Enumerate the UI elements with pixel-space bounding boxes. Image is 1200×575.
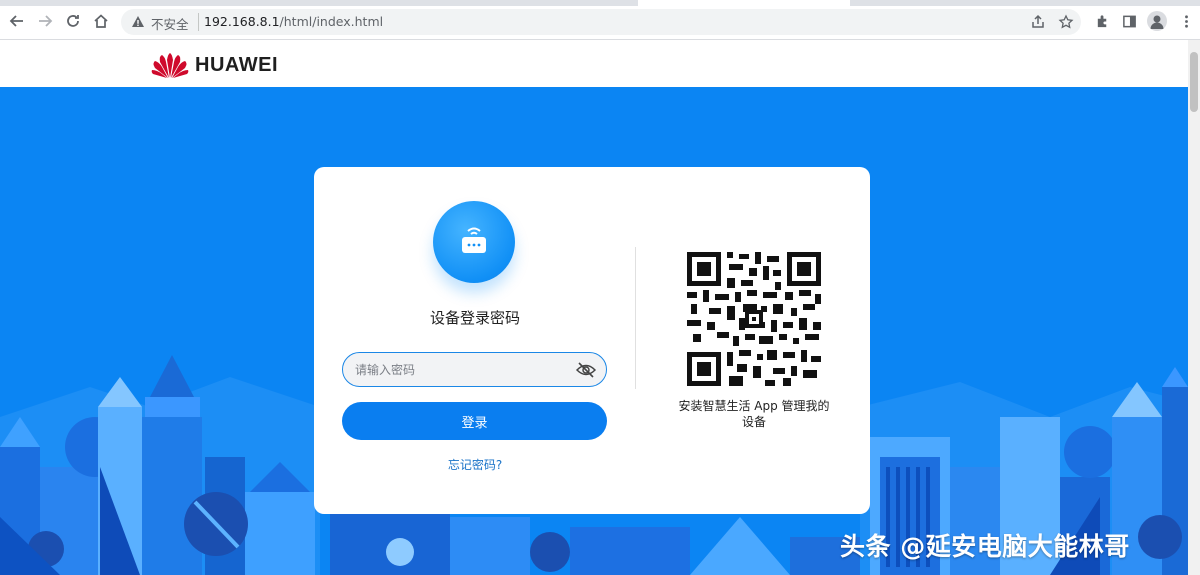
arrow-right-icon: [39, 15, 53, 27]
side-panel-icon: [1122, 15, 1136, 27]
brand-name: HUAWEI: [195, 53, 278, 76]
page-header: HUAWEI: [0, 40, 1188, 87]
huawei-flower-icon: [151, 53, 189, 78]
page-scrollbar[interactable]: [1188, 40, 1200, 575]
security-label: 不安全: [151, 17, 189, 32]
home-button[interactable]: [90, 10, 112, 32]
eye-slash-icon[interactable]: [576, 361, 596, 379]
qr-caption: 安装智慧生活 App 管理我的设备: [678, 399, 830, 429]
reload-icon: [67, 15, 79, 27]
side-panel-button[interactable]: [1119, 11, 1139, 31]
tab-strip: [0, 0, 1200, 6]
forgot-password-link[interactable]: 忘记密码?: [314, 456, 636, 473]
login-card: 设备登录密码 登录 忘记密码? 安装智慧生活 App 管理我的设备: [314, 167, 870, 514]
password-field[interactable]: [342, 352, 607, 387]
hero-background: 设备登录密码 登录 忘记密码? 安装智慧生活 App 管理我的设备: [0, 87, 1188, 575]
login-button[interactable]: 登录: [342, 402, 607, 440]
puzzle-icon: [1097, 14, 1106, 27]
browser-toolbar: 不安全 192.168.8.1/html/index.html: [0, 0, 1200, 40]
omnibox-separator: [198, 13, 199, 31]
router-icon: [462, 227, 486, 253]
qr-code: [687, 252, 821, 386]
menu-button[interactable]: [1176, 11, 1196, 31]
login-title: 设备登录密码: [429, 309, 520, 327]
url-host: 192.168.8.1: [204, 14, 280, 29]
card-divider: [635, 247, 636, 389]
huawei-logo[interactable]: HUAWEI: [151, 51, 278, 79]
share-icon[interactable]: [1030, 14, 1046, 30]
url-path: /html/index.html: [279, 14, 384, 29]
forward-button[interactable]: [34, 10, 56, 32]
arrow-left-icon: [9, 15, 23, 27]
url-text: 192.168.8.1/html/index.html: [204, 14, 383, 29]
active-tab[interactable]: [638, 0, 850, 6]
router-device-icon: [433, 201, 515, 283]
password-input[interactable]: [355, 353, 565, 386]
watermark-text: 头条 @延安电脑大能林哥: [840, 532, 1130, 561]
scrollbar-thumb[interactable]: [1190, 52, 1198, 112]
extensions-button[interactable]: [1092, 11, 1112, 31]
warning-icon: [132, 16, 144, 27]
profile-avatar[interactable]: [1147, 11, 1167, 31]
home-icon: [94, 14, 108, 28]
star-icon[interactable]: [1058, 14, 1074, 30]
person-icon: [1150, 15, 1164, 29]
address-bar[interactable]: 不安全 192.168.8.1/html/index.html: [121, 9, 1081, 35]
reload-button[interactable]: [62, 10, 84, 32]
back-button[interactable]: [6, 10, 28, 32]
more-vertical-icon: [1184, 14, 1188, 28]
